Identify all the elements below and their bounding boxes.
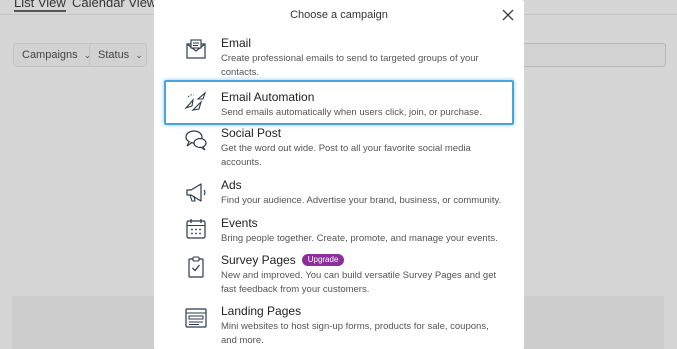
status-filter-label: Status: [98, 49, 130, 61]
tab-list-view[interactable]: List View: [14, 0, 66, 12]
tab-calendar-view[interactable]: Calendar View: [72, 0, 156, 10]
option-description: Mini websites to host sign-up forms, pro…: [221, 321, 489, 346]
megaphone-icon: [186, 183, 206, 202]
status-filter[interactable]: Status ⌄: [89, 43, 147, 67]
option-name: Email: [221, 36, 252, 50]
calendar-icon: [186, 219, 206, 239]
option-description: Send emails automatically when users cli…: [221, 107, 482, 118]
option-description: New and improved. You can build versatil…: [221, 270, 497, 295]
option-name: Events: [221, 216, 258, 230]
option-name: Email Automation: [221, 90, 315, 104]
campaign-option-social-post[interactable]: Social Post Get the word out wide. Post …: [164, 126, 514, 170]
modal-title: Choose a campaign: [290, 9, 388, 21]
chevron-down-icon: ⌄: [135, 50, 143, 60]
search-input[interactable]: [508, 43, 666, 67]
option-name: Landing Pages: [221, 304, 302, 318]
campaigns-filter-label: Campaigns: [22, 49, 78, 61]
option-description: Create professional emails to send to ta…: [221, 53, 479, 78]
choose-campaign-modal: Choose a campaign Email Create professio…: [154, 0, 524, 349]
campaigns-filter[interactable]: Campaigns ⌄: [13, 43, 101, 67]
automation-icon: [184, 91, 207, 111]
option-description: Bring people together. Create, promote, …: [221, 233, 498, 244]
speech-bubbles-icon: [185, 130, 207, 151]
option-name: Survey Pages: [221, 253, 296, 267]
campaign-option-ads[interactable]: Ads Find your audience. Advertise your b…: [164, 178, 514, 212]
campaign-option-landing-pages[interactable]: Landing Pages Mini websites to host sign…: [164, 304, 514, 348]
option-name: Ads: [221, 178, 242, 192]
campaign-option-email[interactable]: Email Create professional emails to send…: [164, 36, 514, 80]
clipboard-checklist-icon: [188, 256, 204, 278]
upgrade-badge: Upgrade: [301, 254, 345, 266]
campaign-option-survey-pages[interactable]: Survey Pages Upgrade New and improved. Yo…: [164, 253, 514, 297]
landing-page-icon: [185, 308, 207, 328]
option-description: Find your audience. Advertise your brand…: [221, 195, 502, 206]
campaign-option-events[interactable]: Events Bring people together. Create, pr…: [164, 216, 514, 250]
close-icon[interactable]: [501, 8, 515, 22]
campaign-option-email-automation[interactable]: Email Automation Send emails automatical…: [164, 80, 514, 125]
email-icon: [186, 39, 206, 59]
option-name: Social Post: [221, 126, 282, 140]
option-description: Get the word out wide. Post to all your …: [221, 143, 471, 168]
